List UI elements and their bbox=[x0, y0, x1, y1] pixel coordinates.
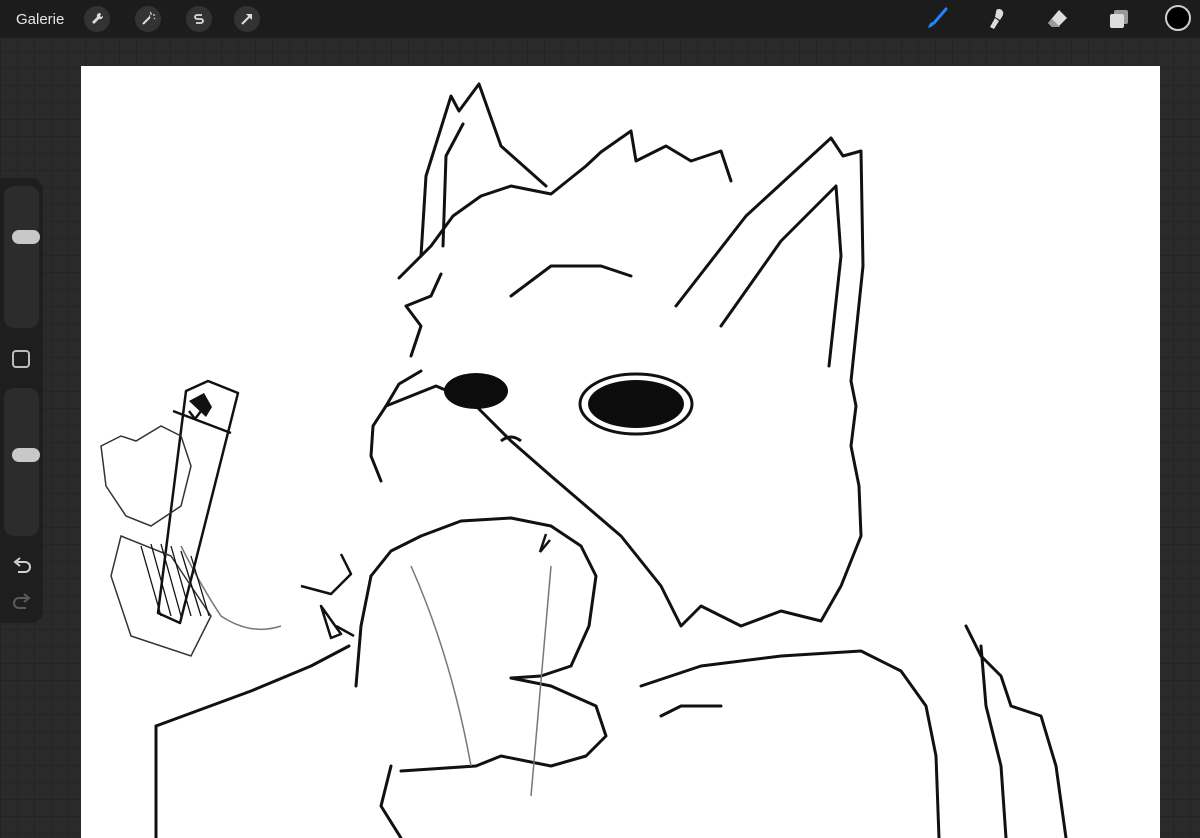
wrench-icon bbox=[92, 12, 104, 24]
drawing-canvas[interactable] bbox=[81, 66, 1160, 838]
opacity-knob[interactable] bbox=[12, 447, 40, 462]
top-toolbar: Galerie bbox=[0, 0, 1200, 38]
smudge-tool-button[interactable] bbox=[982, 4, 1012, 34]
brush-tool-button[interactable] bbox=[922, 4, 952, 34]
transform-arrow-icon bbox=[241, 14, 252, 25]
eraser-tool-button[interactable] bbox=[1042, 4, 1072, 34]
layers-icon bbox=[1110, 10, 1128, 28]
eraser-icon bbox=[1048, 10, 1067, 27]
layers-button[interactable] bbox=[1104, 4, 1134, 34]
line-art-drawing bbox=[100, 82, 1068, 838]
left-sidebar bbox=[0, 178, 43, 623]
transform-button[interactable] bbox=[234, 6, 260, 32]
undo-icon[interactable] bbox=[11, 556, 33, 576]
brush-icon bbox=[928, 7, 948, 28]
opacity-slider[interactable] bbox=[4, 388, 40, 536]
selection-s-icon bbox=[194, 14, 204, 24]
redo-icon[interactable] bbox=[11, 592, 33, 612]
adjustments-button[interactable] bbox=[135, 6, 161, 32]
magic-wand-icon bbox=[142, 11, 156, 25]
actions-wrench-button[interactable] bbox=[84, 6, 110, 32]
smudge-icon bbox=[990, 9, 1004, 29]
color-picker-swatch[interactable] bbox=[1165, 5, 1191, 31]
brush-size-knob[interactable] bbox=[12, 230, 40, 245]
brush-size-slider[interactable] bbox=[4, 186, 40, 328]
selection-button[interactable] bbox=[186, 6, 212, 32]
modify-square-icon[interactable] bbox=[12, 350, 30, 368]
gallery-button[interactable]: Galerie bbox=[16, 11, 64, 28]
